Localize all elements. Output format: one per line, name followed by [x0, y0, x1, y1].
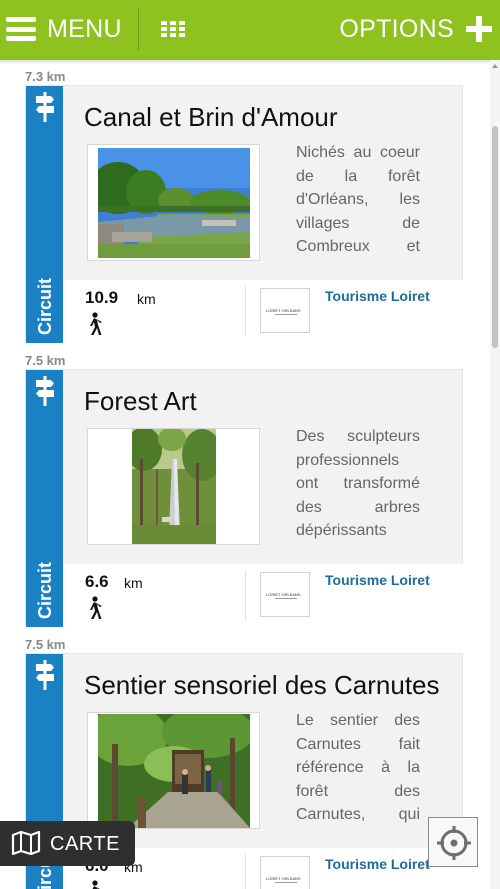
card-description: Des sculpteurs professionnels ont transf…: [296, 428, 420, 540]
signpost-icon: [36, 92, 54, 122]
app-root: MENU OPTIONS 7.3 km Circuit Canal et Bri…: [0, 0, 500, 889]
provider-logo[interactable]: LOIRET ORLEANS: [260, 288, 310, 333]
walking-icon: [90, 596, 102, 619]
route-card[interactable]: Circuit Forest Art Des sculpteurs profes…: [25, 369, 463, 627]
map-icon: [11, 831, 41, 855]
type-band: Circuit: [26, 370, 63, 627]
forest-sculpture-photo: [132, 429, 216, 544]
walking-icon: [92, 880, 100, 889]
menu-label: MENU: [47, 14, 122, 43]
distance-label: 7.5 km: [25, 353, 66, 368]
result-item[interactable]: 7.3 km Circuit Canal et Brin d'Amour Nic…: [0, 69, 490, 345]
options-button[interactable]: OPTIONS: [339, 10, 492, 48]
card-title[interactable]: Sentier sensoriel des Carnutes: [84, 670, 456, 701]
scroll-up-arrow-icon[interactable]: [492, 64, 498, 68]
card-title[interactable]: Canal et Brin d'Amour: [84, 102, 456, 133]
card-description: Nichés au coeur de la forêt d'Orléans, l…: [296, 144, 420, 256]
grid-view-icon[interactable]: [161, 21, 185, 37]
vertical-scrollbar[interactable]: [490, 60, 500, 889]
logo-underline: [275, 598, 297, 599]
footer-divider: [245, 570, 246, 620]
length-unit: km: [124, 575, 143, 591]
walking-icon: [90, 312, 102, 335]
logo-underline: [275, 882, 297, 883]
length-value: 10.9: [85, 288, 119, 307]
provider-logo[interactable]: LOIRET ORLEANS: [260, 572, 310, 617]
locate-icon: [437, 826, 471, 860]
signpost-icon: [36, 376, 54, 406]
provider-logo[interactable]: LOIRET ORLEANS: [260, 856, 310, 889]
signpost-icon: [36, 660, 54, 690]
footer-divider: [245, 286, 246, 336]
provider-link[interactable]: Tourisme Loiret: [325, 856, 430, 872]
logo-underline: [275, 314, 297, 315]
length-value: 6.6: [85, 572, 109, 591]
distance-label: 7.5 km: [25, 637, 66, 652]
length-unit: km: [137, 291, 156, 307]
footer-divider: [245, 854, 246, 889]
type-label: Circuit: [35, 561, 55, 619]
provider-link[interactable]: Tourisme Loiret: [325, 572, 430, 588]
type-label: Circuit: [35, 277, 55, 335]
provider-logo-text: LOIRET ORLEANS: [266, 592, 301, 597]
result-item[interactable]: 7.5 km Circuit Forest Art Des sculpteurs…: [0, 353, 490, 629]
type-band: Circuit: [26, 86, 63, 343]
card-image[interactable]: [87, 144, 260, 261]
card-description: Le sentier des Carnutes fait référence à…: [296, 712, 420, 824]
menu-button[interactable]: MENU: [6, 10, 122, 48]
canal-lock-photo: [98, 148, 250, 258]
locate-button[interactable]: [428, 817, 478, 867]
provider-logo-text: LOIRET ORLEANS: [266, 308, 301, 313]
card-title[interactable]: Forest Art: [84, 386, 456, 417]
options-label: OPTIONS: [339, 14, 454, 43]
card-image[interactable]: [87, 428, 260, 545]
distance-label: 7.3 km: [25, 69, 66, 84]
provider-link[interactable]: Tourisme Loiret: [325, 288, 430, 304]
scroll-thumb[interactable]: [492, 126, 498, 348]
header-divider: [138, 8, 139, 50]
route-card[interactable]: Circuit Canal et Brin d'Amour Nichés au …: [25, 85, 463, 343]
forest-trail-photo: [98, 714, 250, 828]
top-bar: MENU OPTIONS: [0, 0, 500, 60]
plus-icon: [466, 16, 492, 42]
header-shadow: [0, 60, 500, 64]
map-button-label: CARTE: [50, 833, 120, 855]
hamburger-icon: [6, 17, 36, 41]
card-footer: 6.6 km LOIRET ORLEANS Tourisme Loiret: [63, 564, 463, 626]
card-footer: 10.9 km LOIRET ORLEANS Tourisme Loiret: [63, 280, 463, 342]
map-view-button[interactable]: CARTE: [0, 821, 135, 866]
provider-logo-text: LOIRET ORLEANS: [266, 876, 301, 881]
card-image[interactable]: [87, 712, 260, 829]
